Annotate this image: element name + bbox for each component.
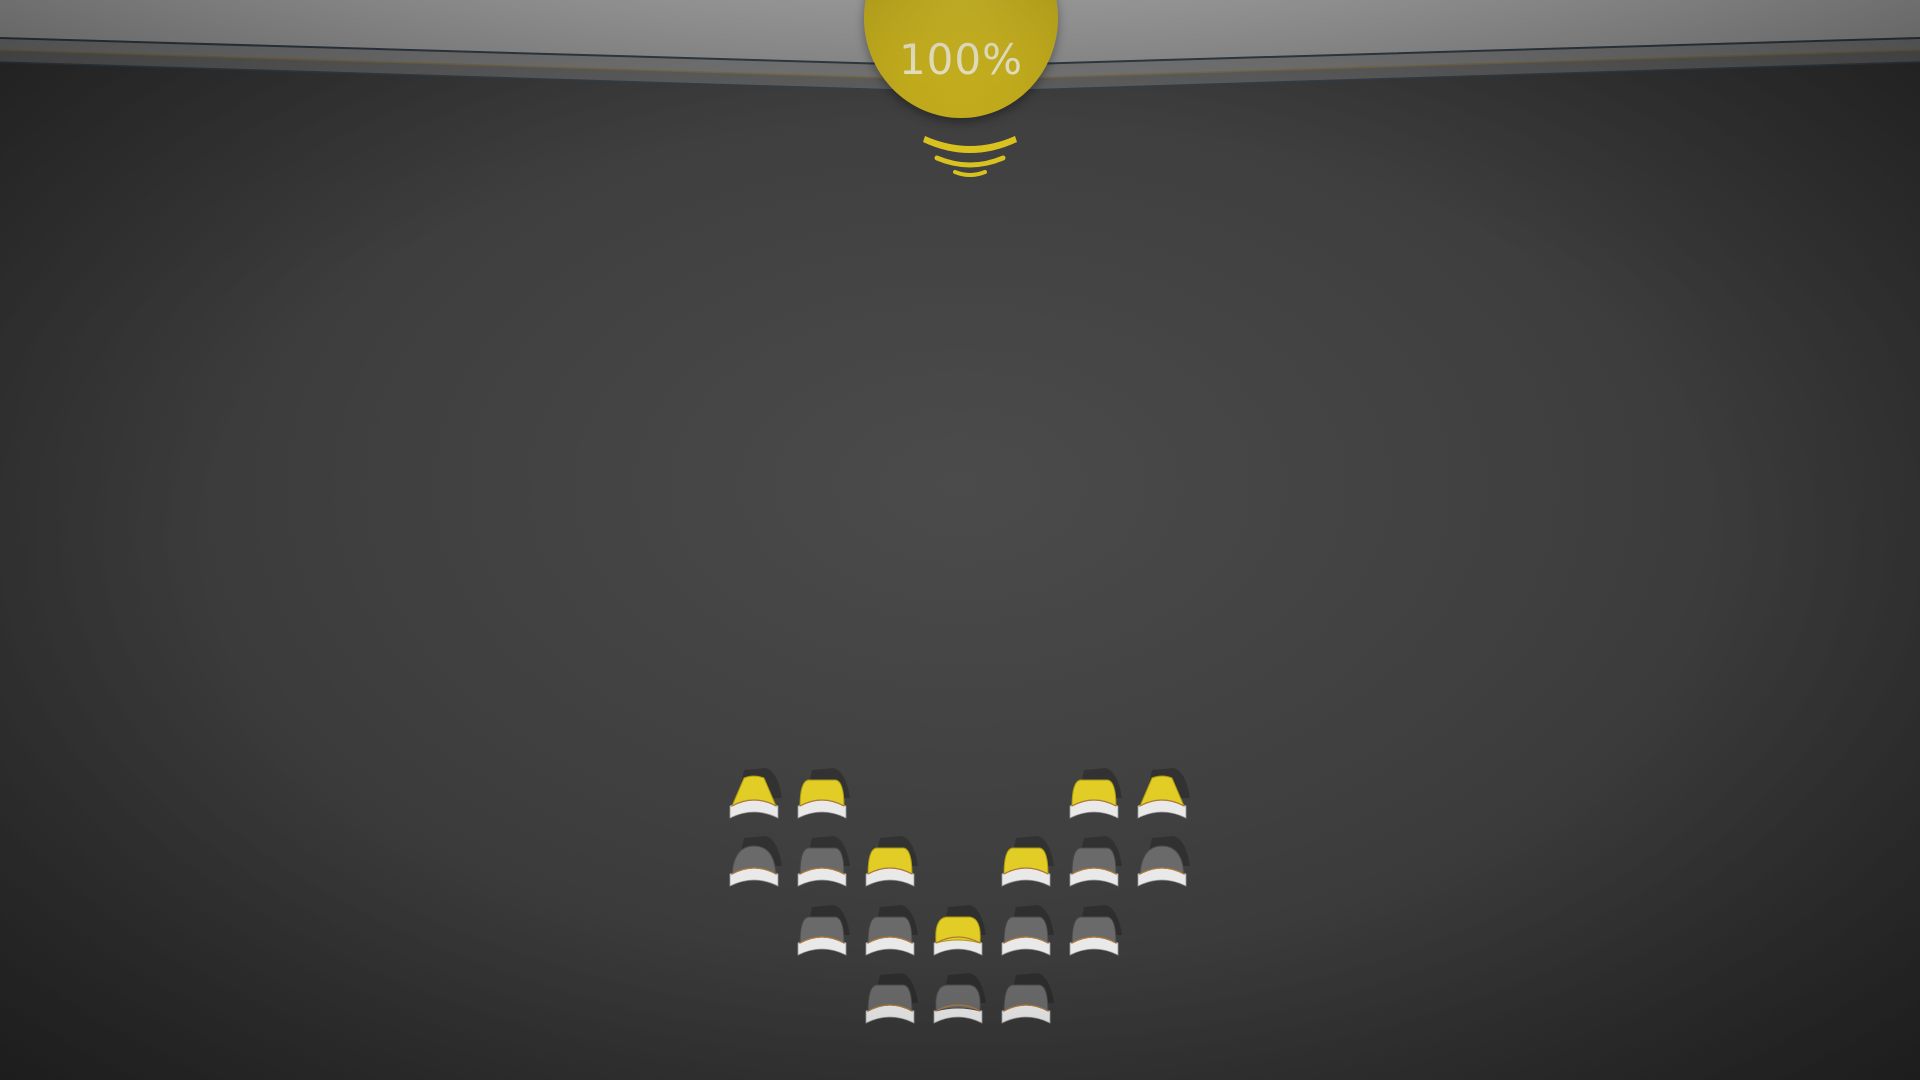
- tile-unlit-arch[interactable]: [790, 836, 854, 902]
- tile-unlit-arch[interactable]: [790, 905, 854, 971]
- tile-unlit-dome[interactable]: [1130, 836, 1194, 902]
- tile-unlit-arch[interactable]: [994, 973, 1058, 1039]
- tile-lit-peak[interactable]: [1130, 768, 1194, 834]
- tile-unlit-arch[interactable]: [1062, 836, 1126, 902]
- tile-lit-arch[interactable]: [994, 836, 1058, 902]
- tile-lit-arch[interactable]: [858, 836, 922, 902]
- tile-lit-round[interactable]: [926, 905, 990, 971]
- tile-unlit-arch[interactable]: [858, 973, 922, 1039]
- tile-unlit-arch[interactable]: [1062, 905, 1126, 971]
- tile-unlit-round[interactable]: [926, 973, 990, 1039]
- tile-grid: [0, 0, 1920, 1080]
- tile-unlit-arch[interactable]: [994, 905, 1058, 971]
- tile-lit-peak[interactable]: [722, 768, 786, 834]
- tile-unlit-arch[interactable]: [858, 905, 922, 971]
- tile-unlit-dome[interactable]: [722, 836, 786, 902]
- tile-lit-arch[interactable]: [790, 768, 854, 834]
- tile-lit-arch[interactable]: [1062, 768, 1126, 834]
